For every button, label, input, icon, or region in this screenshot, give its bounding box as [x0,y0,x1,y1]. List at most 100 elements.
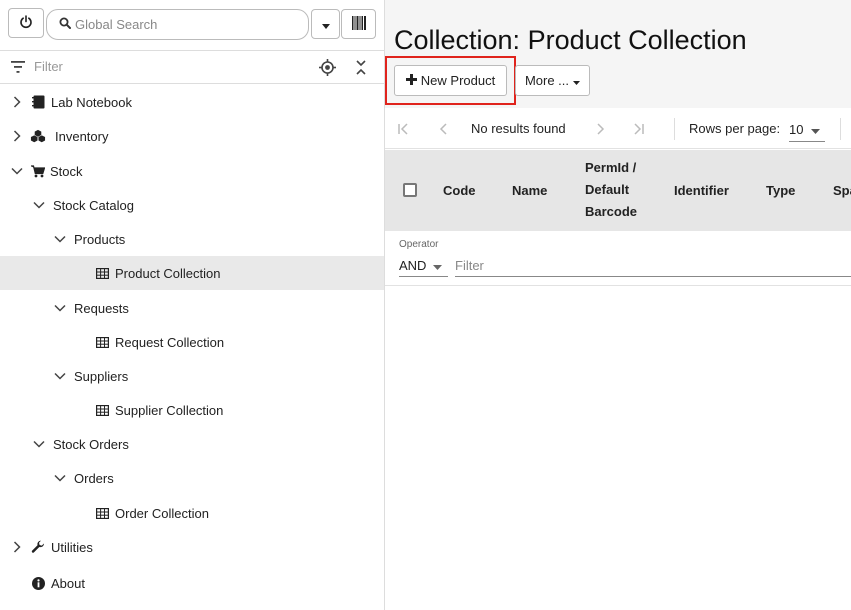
tree-item-stock-orders[interactable]: Stock Orders [0,427,384,461]
column-header-permid-line2: Default [585,182,630,197]
prev-page-icon[interactable] [436,121,452,137]
new-product-label: New Product [420,73,496,88]
page-header: Collection: Product Collection New Produ… [385,0,851,108]
column-header-name[interactable]: Name [512,180,547,202]
tree-item-stock-catalog[interactable]: Stock Catalog [0,188,384,222]
power-icon [19,14,33,32]
chevron-down-icon[interactable] [53,471,67,485]
tree-item-orders[interactable]: Orders [0,461,384,495]
chevron-down-icon[interactable] [53,232,67,246]
tree-item-label: Utilities [51,539,93,555]
tree-item-label: Stock Orders [53,436,129,452]
tree-item-label: Request Collection [115,334,225,350]
tree-item-requests[interactable]: Requests [0,291,384,325]
tree-item-products[interactable]: Products [0,222,384,256]
barcode-icon [351,15,367,34]
chevron-down-icon[interactable] [53,301,67,315]
tree-item-product-collection[interactable]: Product Collection [0,256,384,290]
search-icon [59,17,71,32]
tree-item-label: Orders [74,470,114,486]
tree-item-stock[interactable]: Stock [0,154,384,188]
column-header-space[interactable]: Spa [833,180,851,202]
search-input[interactable] [75,17,295,32]
locate-icon[interactable] [319,59,336,79]
tree-item-label: Inventory [55,128,109,144]
tree-item-about[interactable]: About [0,566,384,600]
tree-item-request-collection[interactable]: Request Collection [0,325,384,359]
caret-down-icon [321,17,330,32]
operator-select[interactable]: AND [399,255,448,277]
chevron-down-icon[interactable] [32,437,46,451]
table-icon [94,265,110,281]
tree-item-label: Requests [74,300,129,316]
caret-down-icon [811,122,821,137]
column-header-identifier[interactable]: Identifier [674,180,729,202]
tree-item-label: About [51,575,85,591]
column-filter-row: Operator AND [385,231,851,286]
operator-label: Operator [399,239,439,250]
navigation-panel: Lab Notebook Inventory Stock Stock Catalog P… [0,0,385,610]
rows-per-page-select[interactable]: 10 [789,118,825,142]
info-icon [30,575,46,591]
pager-divider [674,118,675,140]
chevron-down-icon[interactable] [10,164,24,178]
tree-item-utilities[interactable]: Utilities [0,530,384,564]
table-icon [94,402,110,418]
top-toolbar [0,0,385,50]
first-page-icon[interactable] [396,121,412,137]
notebook-icon [30,94,46,110]
logout-button[interactable] [8,8,44,38]
tree-item-supplier-collection[interactable]: Supplier Collection [0,393,384,427]
tree-item-label: Products [74,231,126,247]
tree-item-order-collection[interactable]: Order Collection [0,496,384,530]
column-header-code[interactable]: Code [443,180,476,202]
tree-item-label: Product Collection [115,265,221,281]
table-icon [94,334,110,350]
last-page-icon[interactable] [630,121,646,137]
pager-divider [840,118,841,140]
results-status: No results found [471,121,566,136]
next-page-icon[interactable] [592,121,608,137]
column-filter-input[interactable] [455,255,835,275]
rows-per-page-value: 10 [789,122,804,137]
tree-item-label: Lab Notebook [51,94,132,110]
cart-icon [30,163,46,179]
tree-filter-bar [0,50,385,84]
caret-down-icon [433,258,443,273]
caret-down-icon [573,73,581,88]
search-options-button[interactable] [311,9,340,39]
column-header-permid-line1: PermId / [585,160,637,175]
chevron-right-icon[interactable] [10,540,24,554]
new-product-button[interactable]: New Product [394,65,507,96]
more-label: More ... [524,73,570,88]
chevron-right-icon[interactable] [10,129,24,143]
chevron-right-icon[interactable] [10,95,24,109]
filter-icon [11,61,25,76]
rows-per-page-label: Rows per page: [689,121,781,136]
column-filter-field[interactable] [455,255,851,277]
cubes-icon [30,128,46,144]
table-header: Code Name PermId / Default Barcode Ident… [385,150,851,231]
main-content: Collection: Product Collection New Produ… [385,0,851,610]
column-header-type[interactable]: Type [766,180,795,202]
tree-filter-input[interactable] [34,59,284,74]
global-search[interactable] [46,9,309,40]
barcode-scan-button[interactable] [341,9,376,39]
tree-item-lab-notebook[interactable]: Lab Notebook [0,85,384,119]
tree-item-label: Stock [50,163,83,179]
collapse-all-icon[interactable] [355,60,367,78]
tree-item-inventory[interactable]: Inventory [0,119,384,153]
column-header-permid-line3: Barcode [585,204,638,219]
wrench-icon [30,539,46,555]
more-button[interactable]: More ... [515,65,590,96]
chevron-down-icon[interactable] [53,369,67,383]
select-all-checkbox[interactable] [403,183,417,197]
chevron-down-icon[interactable] [32,198,46,212]
tree-item-label: Stock Catalog [53,197,134,213]
tree-item-label: Order Collection [115,505,209,521]
column-header-permid[interactable]: PermId / Default Barcode [585,157,637,223]
tree-item-suppliers[interactable]: Suppliers [0,359,384,393]
table-icon [94,505,110,521]
plus-icon [405,73,417,88]
tree-item-label: Suppliers [74,368,129,384]
